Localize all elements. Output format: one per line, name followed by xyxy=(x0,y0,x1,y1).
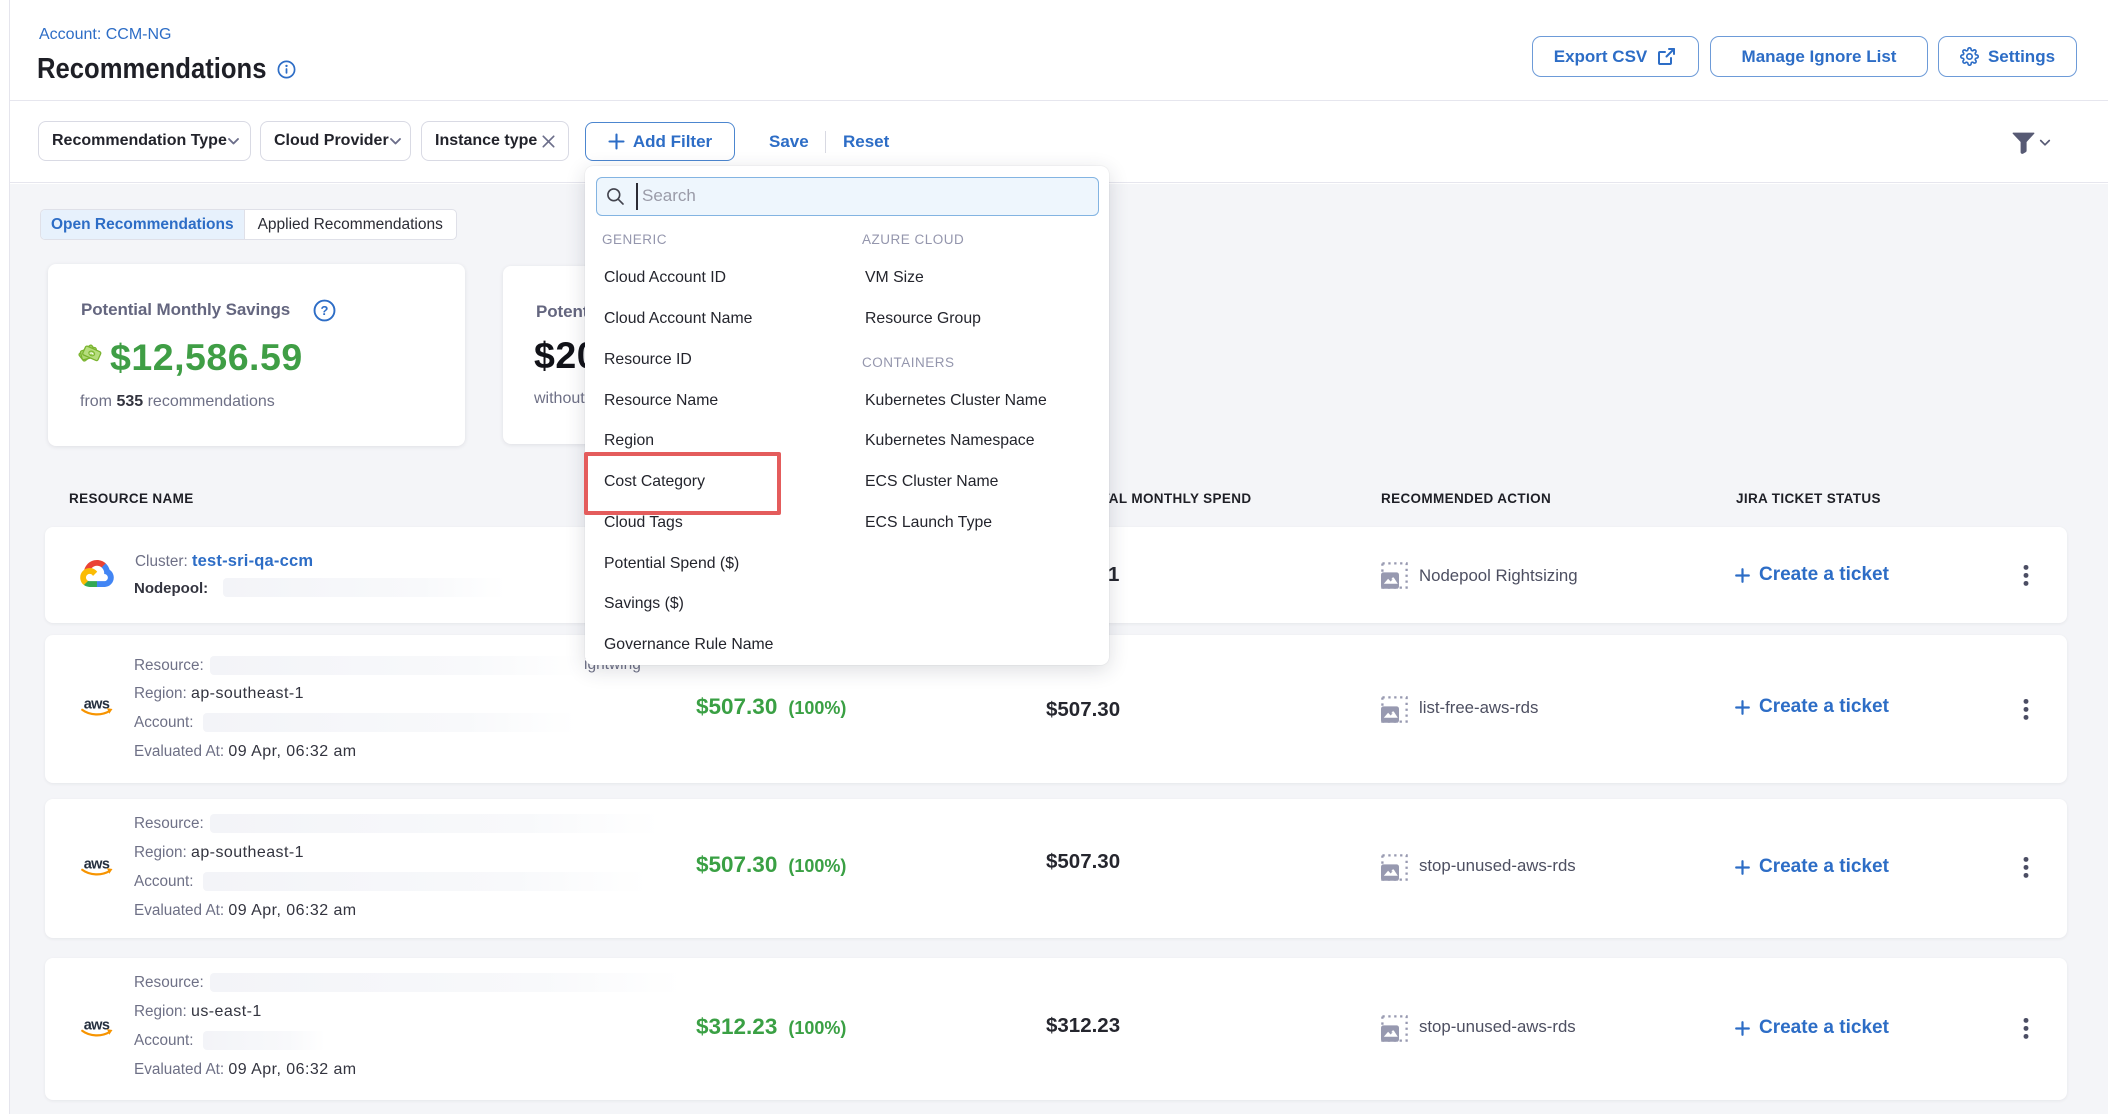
svg-text:aws: aws xyxy=(84,1017,110,1033)
svg-text:aws: aws xyxy=(84,856,110,872)
svg-text:?: ? xyxy=(321,303,329,318)
svg-text:aws: aws xyxy=(84,696,110,712)
